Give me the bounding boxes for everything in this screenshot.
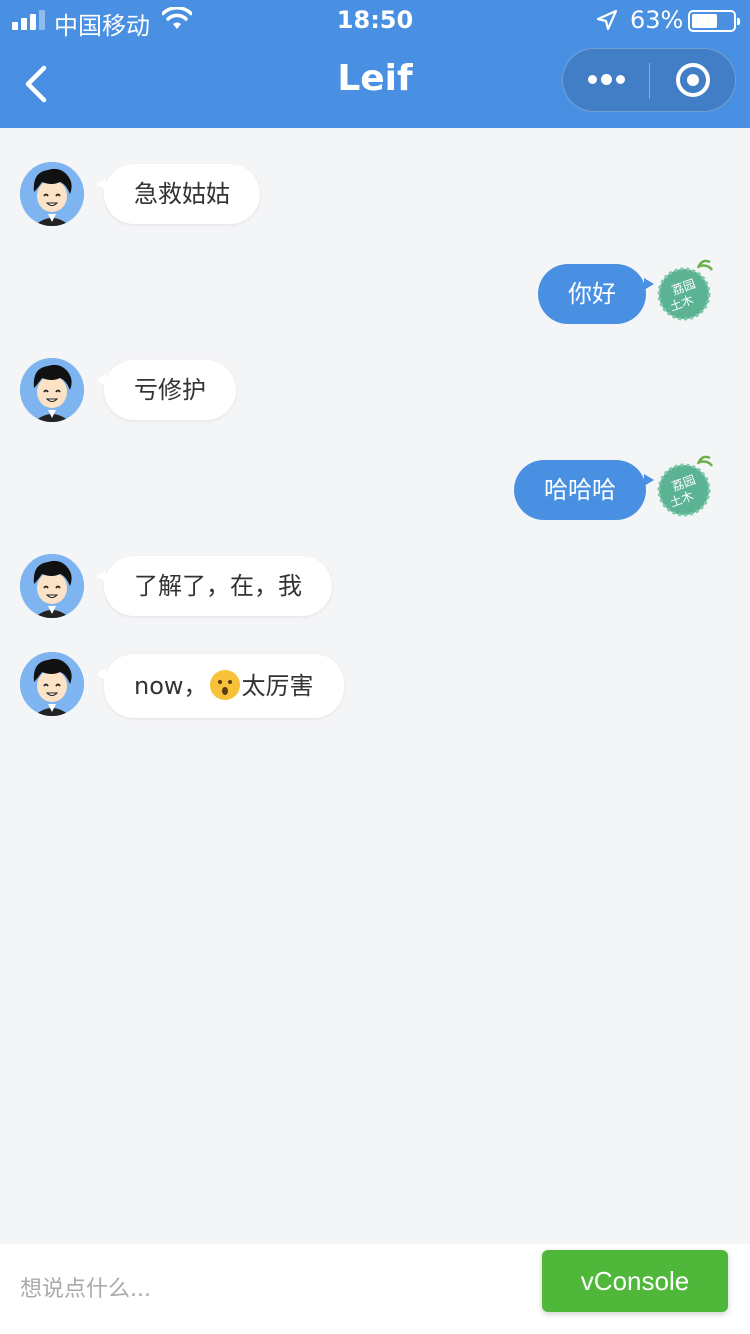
- self-avatar[interactable]: 荔园 土木: [656, 258, 720, 322]
- hushed-face-emoji-icon: [209, 670, 240, 700]
- message-text: 太厉害: [241, 672, 314, 700]
- avatar[interactable]: [20, 554, 84, 618]
- cartoon-boy-avatar-icon: [20, 652, 84, 716]
- cartoon-boy-avatar-icon: [20, 554, 84, 618]
- status-bar: 中国移动 18:50 63%: [0, 0, 750, 40]
- message-incoming: 急救姑姑: [0, 162, 750, 230]
- lychee-logo-icon: 荔园 土木: [657, 455, 714, 517]
- avatar[interactable]: [20, 162, 84, 226]
- vconsole-button[interactable]: vConsole: [542, 1250, 728, 1312]
- message-text: now，: [134, 672, 208, 700]
- avatar[interactable]: [20, 652, 84, 716]
- more-button[interactable]: [563, 49, 649, 111]
- self-avatar[interactable]: 荔园 土木: [656, 454, 720, 518]
- battery-percent: 63%: [630, 6, 684, 34]
- battery-icon: [688, 10, 740, 32]
- message-bubble[interactable]: 哈哈哈: [514, 460, 654, 520]
- avatar[interactable]: [20, 358, 84, 422]
- more-dots-icon: [588, 75, 597, 84]
- lychee-logo-icon: 荔园 土木: [657, 259, 714, 321]
- message-bubble[interactable]: now， 太厉害: [96, 654, 344, 718]
- cartoon-boy-avatar-icon: [20, 358, 84, 422]
- cartoon-boy-avatar-icon: [20, 162, 84, 226]
- message-incoming: now， 太厉害: [0, 652, 750, 720]
- header: 中国移动 18:50 63% Leif: [0, 0, 750, 128]
- message-bubble[interactable]: 你好: [538, 264, 654, 324]
- message-incoming: 了解了，在，我: [0, 554, 750, 622]
- nav-bar: Leif: [0, 40, 750, 128]
- close-mini-program-button[interactable]: [650, 49, 736, 111]
- message-bubble[interactable]: 了解了，在，我: [96, 556, 332, 616]
- message-bubble[interactable]: 亏修护: [96, 360, 236, 420]
- mini-program-capsule: [562, 48, 736, 112]
- message-outgoing: 你好 荔园 土木: [0, 259, 750, 330]
- chat-area[interactable]: 急救姑姑 你好 荔园 土木 亏修护 哈哈哈 荔园 土木 了解了，在，我 now，…: [0, 128, 750, 1244]
- location-arrow-icon: [596, 9, 618, 31]
- message-incoming: 亏修护: [0, 358, 750, 426]
- message-outgoing: 哈哈哈 荔园 土木: [0, 455, 750, 526]
- message-bubble[interactable]: 急救姑姑: [96, 164, 260, 224]
- battery-level-fill: [692, 14, 717, 28]
- message-input[interactable]: [20, 1268, 520, 1310]
